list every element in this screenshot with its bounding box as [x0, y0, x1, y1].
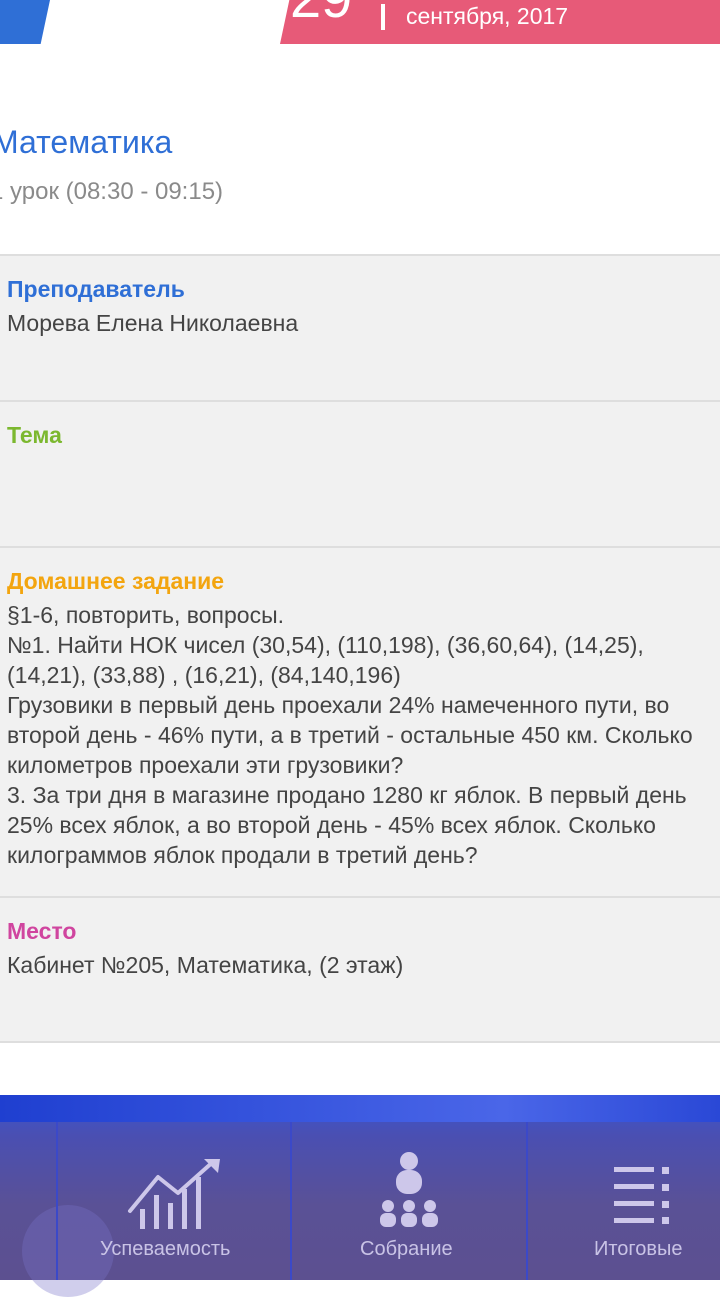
people-icon: [380, 1152, 438, 1227]
nav-label-meeting: Собрание: [360, 1238, 453, 1260]
teacher-section: Преподаватель Морева Елена Николаевна: [0, 254, 720, 402]
homework-text: §1-6, повторить, вопросы. №1. Найти НОК …: [7, 602, 693, 868]
list-icon: [614, 1167, 669, 1224]
date-day: 29: [290, 0, 352, 26]
chart-icon: [128, 1159, 220, 1229]
lesson-time: 1 урок (08:30 - 09:15): [0, 178, 224, 205]
subject-title: Математика: [0, 124, 173, 160]
nav-label-performance: Успеваемость: [100, 1238, 231, 1260]
homework-title: Домашнее задание: [7, 568, 225, 594]
section-divider: [0, 1041, 720, 1043]
date-separator: [381, 4, 385, 30]
topic-section: Тема: [0, 400, 720, 548]
nav-top-strip: [0, 1095, 720, 1122]
place-section: Место Кабинет №205, Математика, (2 этаж): [0, 896, 720, 1042]
date-header: 29 сентября, 2017: [0, 0, 720, 44]
place-value: Кабинет №205, Математика, (2 этаж): [7, 952, 404, 978]
teacher-name: Морева Елена Николаевна: [7, 310, 299, 336]
nav-divider: [56, 1122, 58, 1280]
back-tab[interactable]: [0, 0, 51, 44]
nav-divider: [526, 1122, 528, 1280]
bottom-nav: Успеваемость Собрание Итоговые: [0, 1095, 720, 1297]
teacher-title: Преподаватель: [7, 276, 185, 302]
homework-section: Домашнее задание §1-6, повторить, вопрос…: [0, 546, 720, 898]
nav-divider: [290, 1122, 292, 1280]
date-month: сентября, 2017: [406, 3, 569, 29]
nav-label-final: Итоговые: [594, 1238, 683, 1260]
place-title: Место: [7, 918, 77, 944]
topic-title: Тема: [7, 422, 62, 448]
